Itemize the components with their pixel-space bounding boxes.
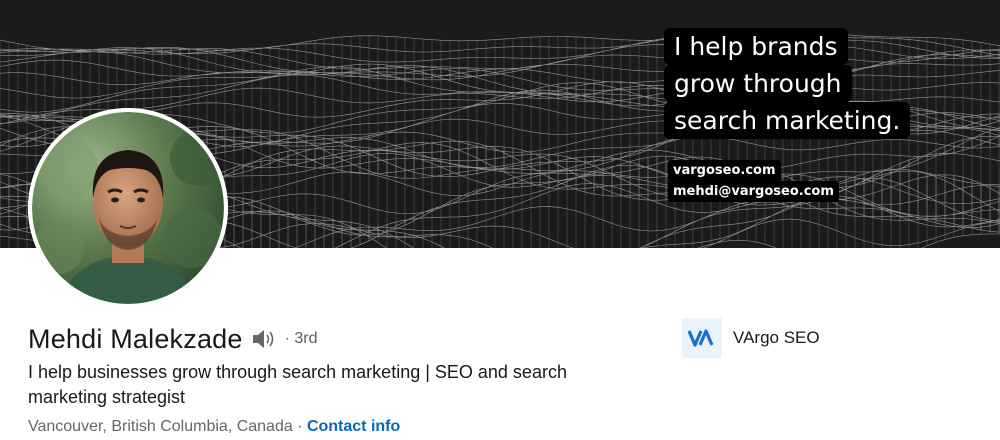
location-row: Vancouver, British Columbia, Canada · Co…: [28, 418, 400, 436]
contact-info-link[interactable]: Contact info: [307, 418, 400, 435]
current-company[interactable]: VArgo SEO: [682, 318, 820, 358]
banner-email: mehdi@vargoseo.com: [668, 181, 839, 202]
company-name: VArgo SEO: [733, 328, 820, 347]
profile-location: Vancouver, British Columbia, Canada: [28, 418, 293, 435]
avatar-photo: [28, 108, 228, 308]
tagline-line-2: grow through: [664, 65, 852, 102]
avatar[interactable]: [28, 108, 228, 308]
profile-headline: I help businesses grow through search ma…: [28, 362, 567, 407]
banner-contact: vargoseo.com mehdi@vargoseo.com: [668, 160, 839, 202]
tagline-line-1: I help brands: [664, 28, 848, 65]
banner-website: vargoseo.com: [668, 160, 781, 181]
connection-degree: · 3rd: [284, 330, 318, 347]
tagline-line-3: search marketing.: [664, 102, 911, 139]
banner-tagline: I help brands grow through search market…: [664, 28, 911, 139]
speaker-icon[interactable]: [251, 327, 279, 351]
profile-card: I help brands grow through search market…: [0, 0, 1000, 440]
vargo-logo-icon: [682, 318, 722, 358]
location-separator: ·: [292, 418, 307, 435]
profile-name: Mehdi Malekzade: [28, 323, 243, 354]
name-row: Mehdi Malekzade · 3rd: [28, 322, 318, 356]
